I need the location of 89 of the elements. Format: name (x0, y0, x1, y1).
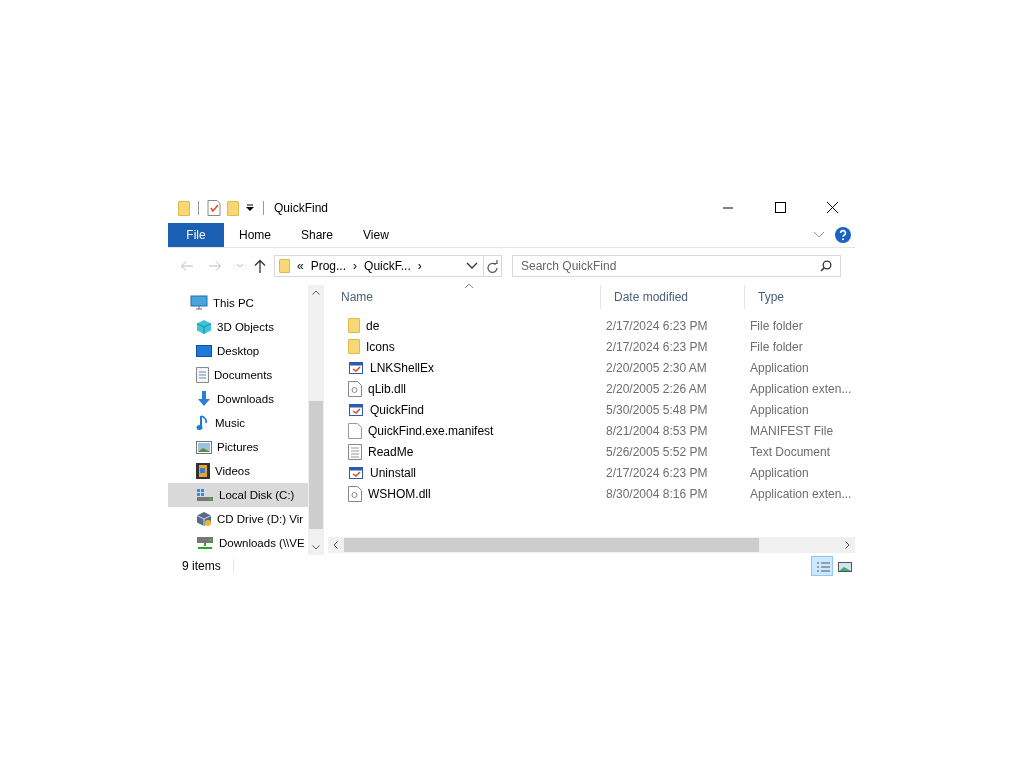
breadcrumb[interactable]: › (353, 259, 358, 273)
sidebar-item[interactable]: This PC (168, 291, 308, 315)
ribbon-tab[interactable]: Share (286, 223, 349, 247)
type-cell-text: File folder (749, 339, 804, 354)
ribbon-tab[interactable]: File (168, 223, 224, 247)
help-icon[interactable] (835, 227, 851, 243)
type-cell-text: Application (749, 360, 810, 375)
search-field[interactable]: Search QuickFind (512, 255, 841, 277)
date-cell-text: 5/30/2005 5:48 PM (605, 402, 709, 417)
recent-caret-icon[interactable] (236, 263, 244, 269)
drive-icon (196, 488, 214, 502)
date-cell-text: 5/26/2005 5:52 PM (605, 444, 709, 459)
file-name[interactable]: QuickFind.exe.manifest (368, 423, 494, 438)
folder-icon (348, 339, 360, 354)
file-name[interactable]: WSHOM.dll (368, 486, 431, 501)
monitor-icon (190, 295, 208, 311)
date-cell-text: 2/17/2024 6:23 PM (605, 318, 709, 333)
vertical-scrollbar[interactable] (308, 285, 324, 555)
date-cell-text: 2/17/2024 6:23 PM (605, 339, 709, 354)
sidebar-item[interactable]: Pictures (168, 435, 308, 459)
window-title: QuickFind (274, 201, 329, 215)
file-name[interactable]: QuickFind (370, 402, 425, 417)
ribbon-tab[interactable]: View (348, 223, 404, 247)
type-cell-text: MANIFEST File (749, 423, 835, 438)
file-name[interactable]: Icons (366, 339, 395, 354)
application-icon (348, 359, 364, 376)
document-icon (196, 367, 209, 383)
sidebar-item[interactable]: Music (168, 411, 308, 435)
type-cell-text: Application exten... (749, 486, 853, 501)
application-icon (348, 401, 364, 418)
type-cell-text: Application exten... (749, 381, 853, 396)
sidebar-item[interactable]: Documents (168, 363, 308, 387)
sidebar-item[interactable]: Videos (168, 459, 308, 483)
customize-caret-icon[interactable] (245, 203, 255, 213)
ribbon-tab[interactable]: Home (224, 223, 286, 247)
date-cell-text: 8/21/2004 8:53 PM (605, 423, 709, 438)
column-header[interactable]: Date modified (600, 285, 744, 309)
date-cell-text: 2/17/2024 6:23 PM (605, 465, 709, 480)
desktop-icon (196, 344, 212, 358)
column-header[interactable]: Type (744, 285, 855, 309)
type-cell-text: Text Document (749, 444, 832, 459)
properties-icon[interactable] (207, 200, 221, 216)
breadcrumb[interactable]: « (297, 259, 304, 273)
column-header[interactable]: Name (328, 285, 600, 309)
item-count: 9 items (182, 559, 234, 573)
sidebar-item[interactable]: 3D Objects (168, 315, 308, 339)
file-name[interactable]: LNKShellEx (370, 360, 435, 375)
network-drive-icon (196, 536, 214, 550)
breadcrumb[interactable]: › (417, 259, 422, 273)
download-arrow-icon (196, 391, 212, 407)
sidebar-item[interactable]: Desktop (168, 339, 308, 363)
chevron-down-icon[interactable] (813, 231, 825, 239)
file-name[interactable]: Uninstall (370, 465, 417, 480)
address-bar[interactable]: « Prog... › QuickF... › (274, 255, 484, 277)
breadcrumb[interactable]: QuickF... (364, 259, 411, 273)
folder-icon[interactable] (178, 200, 190, 216)
type-cell-text: Application (749, 465, 810, 480)
sort-caret-icon (464, 283, 474, 289)
file-name[interactable]: qLib.dll (368, 381, 407, 396)
cube-icon (196, 319, 212, 335)
sidebar-item[interactable]: Downloads (168, 387, 308, 411)
music-note-icon (196, 415, 210, 431)
film-icon (196, 463, 210, 479)
file-name[interactable]: de (366, 318, 380, 333)
text-file-icon (348, 443, 362, 460)
dropdown-caret-icon[interactable] (466, 262, 478, 270)
breadcrumb[interactable]: Prog... (310, 259, 347, 273)
blank-file-icon (348, 422, 362, 439)
horizontal-scrollbar[interactable] (328, 537, 855, 553)
up-arrow-icon[interactable] (254, 259, 266, 273)
scroll-thumb[interactable] (309, 401, 323, 529)
type-cell-text: Application (749, 402, 810, 417)
folder-icon (348, 318, 360, 333)
refresh-icon[interactable] (484, 255, 502, 277)
search-icon (820, 260, 832, 272)
file-name[interactable]: ReadMe (368, 444, 414, 459)
new-folder-icon[interactable] (227, 200, 239, 216)
scroll-thumb[interactable] (344, 538, 759, 552)
type-cell-text: File folder (749, 318, 804, 333)
picture-icon (196, 440, 212, 454)
date-cell-text: 2/20/2005 2:26 AM (605, 381, 708, 396)
application-icon (348, 464, 364, 481)
folder-icon (279, 259, 290, 273)
sidebar-item[interactable]: Local Disk (C:) (168, 483, 308, 507)
box-icon (196, 511, 212, 527)
date-cell-text: 8/30/2004 8:16 PM (605, 486, 709, 501)
sidebar-item[interactable]: Downloads (\\VE (168, 531, 308, 555)
sidebar-item[interactable]: CD Drive (D:) Vir (168, 507, 308, 531)
date-cell-text: 2/20/2005 2:30 AM (605, 360, 708, 375)
